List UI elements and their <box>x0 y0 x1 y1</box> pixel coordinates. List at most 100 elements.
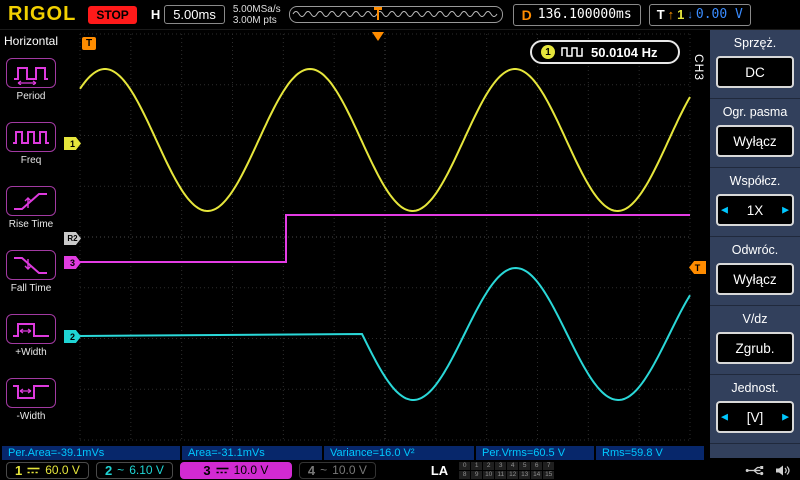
timebase-value[interactable]: 5.00ms <box>164 5 225 24</box>
rigol-logo: RIGOL <box>8 3 76 26</box>
menu-item-value-box: Wyłącz <box>716 263 794 295</box>
digital-channel: 6 <box>531 462 542 470</box>
dc-coupling-icon <box>216 466 229 475</box>
trigger-label: T <box>657 7 665 22</box>
sidebar-item-label: +Width <box>15 347 46 358</box>
freq-icon <box>6 122 56 152</box>
oscilloscope-screen: RIGOL STOP H 5.00ms 5.00MSa/s 3.00M pts … <box>0 0 800 480</box>
measurement-area: Area=-31.1mVs <box>182 446 322 460</box>
waveform-display-area: T 1 50.0104 Hz 1 R2 3 2 T CH3 <box>62 30 708 446</box>
acquisition-info: 5.00MSa/s 3.00M pts <box>233 4 281 26</box>
digital-channel: 7 <box>543 462 554 470</box>
channel1-scale: 60.0 V <box>45 463 80 477</box>
channel-status-bar: 1 60.0 V 2 ~ 6.10 V 3 10.0 V <box>0 460 800 480</box>
trigger-source: 1 <box>677 7 684 22</box>
channel4-scale: 10.0 V <box>332 463 367 477</box>
menu-item-probe-ratio[interactable]: Współcz. ◀ 1X ▶ <box>710 168 800 237</box>
delay-readout: D 136.100000ms <box>513 4 641 26</box>
next-arrow-icon[interactable]: ▶ <box>782 412 789 423</box>
channel2-id: 2 <box>105 463 112 478</box>
menu-item-value-box: ◀ [V] ▶ <box>716 401 794 433</box>
next-arrow-icon[interactable]: ▶ <box>782 205 789 216</box>
channel3-status-box[interactable]: 3 10.0 V <box>180 462 292 479</box>
menu-item-invert[interactable]: Odwróc. Wyłącz <box>710 237 800 306</box>
frequency-counter: 1 50.0104 Hz <box>530 40 680 64</box>
run-state-badge[interactable]: STOP <box>88 6 136 24</box>
digital-channel: 3 <box>495 462 506 470</box>
channel4-status-box[interactable]: 4 ~ 10.0 V <box>299 462 376 479</box>
menu-item-value: [V] <box>747 410 764 425</box>
channel4-id: 4 <box>308 463 315 478</box>
digital-channel: 13 <box>519 471 530 479</box>
freq-counter-value: 50.0104 Hz <box>591 45 658 60</box>
menu-item-value-box: Zgrub. <box>716 332 794 364</box>
sidebar-item-label: -Width <box>17 411 46 422</box>
sidebar-item-fall-time[interactable]: Fall Time <box>0 240 62 304</box>
menu-channel-tab: CH3 <box>691 52 707 83</box>
channel1-status-box[interactable]: 1 60.0 V <box>6 462 89 479</box>
sidebar-item-rise-time[interactable]: Rise Time <box>0 176 62 240</box>
sidebar-item-label: Rise Time <box>9 219 53 230</box>
system-icons <box>745 464 790 477</box>
digital-channel: 1 <box>471 462 482 470</box>
top-status-bar: RIGOL STOP H 5.00ms 5.00MSa/s 3.00M pts … <box>0 0 800 30</box>
channel3-scale: 10.0 V <box>234 463 269 477</box>
menu-item-coupling[interactable]: Sprzęż. DC <box>710 30 800 99</box>
sidebar-item-minus-width[interactable]: -Width <box>0 368 62 432</box>
measurement-results-bar: Per.Area=-39.1mVs Area=-31.1mVs Variance… <box>0 446 712 460</box>
digital-channel: 15 <box>543 471 554 479</box>
dc-coupling-icon <box>27 466 40 475</box>
horizontal-label: H <box>151 7 160 22</box>
measurement-rms: Rms=59.8 V <box>596 446 704 460</box>
menu-item-value: Wyłącz <box>733 134 776 149</box>
digital-channel: 11 <box>495 471 506 479</box>
prev-arrow-icon[interactable]: ◀ <box>721 205 728 216</box>
menu-item-value-box: Wyłącz <box>716 125 794 157</box>
right-softkey-menu: Sprzęż. DC Ogr. pasma Wyłącz Współcz. ◀ … <box>710 30 800 458</box>
sidebar-item-plus-width[interactable]: +Width <box>0 304 62 368</box>
digital-channel: 0 <box>459 462 470 470</box>
logic-analyzer-label[interactable]: LA <box>431 463 448 478</box>
ac-coupling-icon: ~ <box>117 463 124 477</box>
menu-item-volts-per-div-mode[interactable]: V/dz Zgrub. <box>710 306 800 375</box>
digital-channel: 5 <box>519 462 530 470</box>
speaker-icon <box>775 464 790 477</box>
trigger-position-triangle-icon <box>372 32 384 41</box>
digital-channel: 8 <box>459 471 470 479</box>
menu-item-unit[interactable]: Jednost. ◀ [V] ▶ <box>710 375 800 444</box>
sidebar-item-period[interactable]: Period <box>0 48 62 112</box>
menu-item-title: Jednost. <box>710 375 800 395</box>
digital-channel: 10 <box>483 471 494 479</box>
plus-width-icon <box>6 314 56 344</box>
prev-arrow-icon[interactable]: ◀ <box>721 412 728 423</box>
graticule-and-waveforms <box>62 30 708 446</box>
digital-channel: 2 <box>483 462 494 470</box>
trigger-time-marker: T <box>82 37 96 50</box>
channel2-status-box[interactable]: 2 ~ 6.10 V <box>96 462 173 479</box>
left-sidebar-horizontal-measure: Horizontal Period Freq <box>0 30 62 446</box>
rise-time-icon <box>6 186 56 216</box>
sidebar-item-freq[interactable]: Freq <box>0 112 62 176</box>
channel3-id: 3 <box>203 463 210 478</box>
sidebar-item-label: Freq <box>21 155 42 166</box>
digital-channel: 9 <box>471 471 482 479</box>
menu-item-value: Wyłącz <box>733 272 776 287</box>
trigger-level-value: 0.00 V <box>696 7 743 22</box>
minus-width-icon <box>6 378 56 408</box>
memory-depth: 3.00M pts <box>233 15 281 26</box>
menu-item-value: 1X <box>747 203 764 218</box>
sidebar-title: Horizontal <box>0 30 62 48</box>
usb-icon <box>745 465 765 476</box>
digital-channel: 14 <box>531 471 542 479</box>
preview-waveform-icon <box>290 7 500 20</box>
waveform-position-preview[interactable] <box>289 6 503 23</box>
menu-item-bandwidth-limit[interactable]: Ogr. pasma Wyłącz <box>710 99 800 168</box>
menu-item-value-box: ◀ 1X ▶ <box>716 194 794 226</box>
delay-label: D <box>522 7 532 23</box>
sidebar-item-label: Period <box>17 91 46 102</box>
menu-item-value-box: DC <box>716 56 794 88</box>
period-icon <box>6 58 56 88</box>
digital-channel-grid[interactable]: 0 1 2 3 4 5 6 7 8 9 10 11 12 13 14 15 <box>459 462 554 479</box>
measurement-per-area: Per.Area=-39.1mVs <box>2 446 180 460</box>
menu-item-title: Odwróc. <box>710 237 800 257</box>
